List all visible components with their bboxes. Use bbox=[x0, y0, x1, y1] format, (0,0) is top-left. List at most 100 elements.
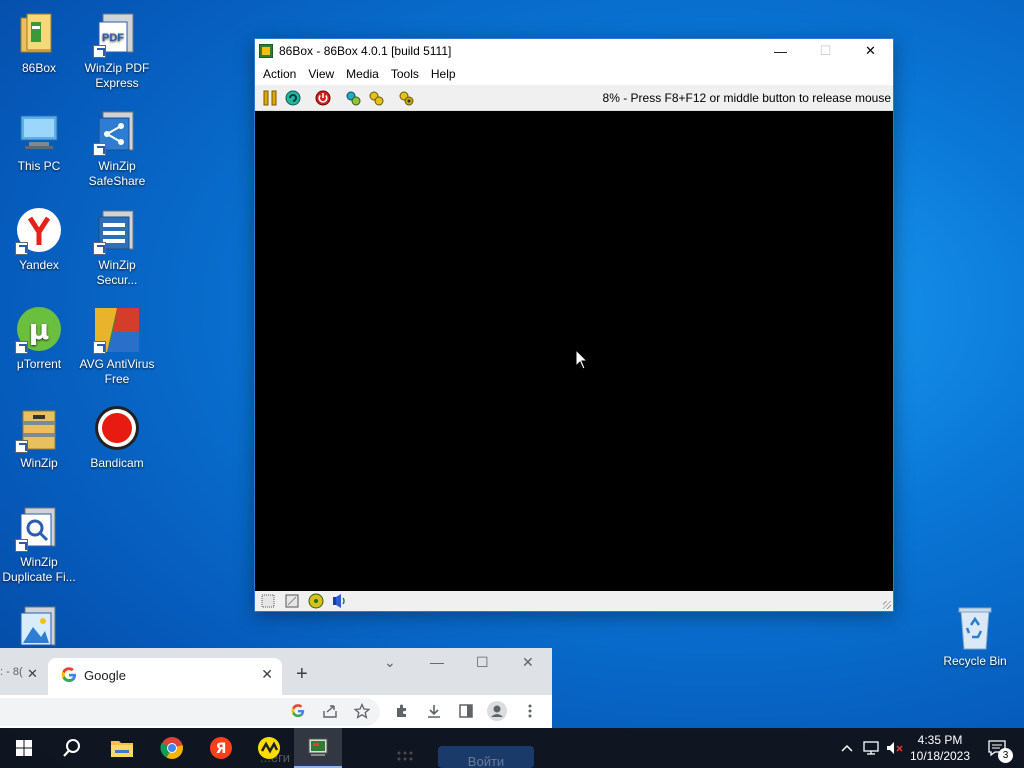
tab-google[interactable]: Google ✕ bbox=[48, 658, 282, 695]
settings-icon[interactable] bbox=[342, 87, 364, 109]
tab-search-dropdown-icon[interactable]: ⌄ bbox=[384, 654, 396, 671]
window-title: 86Box - 86Box 4.0.1 [build 5111] bbox=[279, 44, 452, 58]
desktop-icon-utorrent[interactable]: µ μTorrent bbox=[0, 306, 78, 372]
reset-icon[interactable] bbox=[282, 87, 304, 109]
close-tab-icon[interactable]: ✕ bbox=[27, 666, 38, 682]
side-panel-icon[interactable] bbox=[456, 701, 476, 721]
winzip-icon bbox=[15, 405, 63, 453]
yandex-browser-icon[interactable]: Я bbox=[197, 728, 245, 768]
apps-grid-icon bbox=[396, 750, 414, 768]
desktop-icon-yandex[interactable]: Yandex bbox=[0, 207, 78, 273]
bookmark-star-icon[interactable] bbox=[352, 701, 372, 721]
mouse-cursor-icon bbox=[575, 349, 589, 370]
86box-icon[interactable] bbox=[294, 728, 342, 768]
file-explorer-icon[interactable] bbox=[98, 728, 146, 768]
avg-icon bbox=[93, 306, 141, 354]
utorrent-icon: µ bbox=[15, 306, 63, 354]
sound-icon[interactable] bbox=[329, 592, 351, 610]
download-icon[interactable] bbox=[424, 701, 444, 721]
svg-text:PDF: PDF bbox=[102, 32, 124, 44]
floppy-drive-icon[interactable] bbox=[257, 592, 279, 610]
clock-date: 10/18/2023 bbox=[909, 749, 971, 763]
image-file-icon bbox=[15, 603, 63, 651]
close-button[interactable]: ✕ bbox=[522, 654, 534, 671]
clock-time: 4:35 PM bbox=[917, 733, 963, 747]
menu-media[interactable]: Media bbox=[340, 67, 385, 81]
desktop-icon-label: 86Box bbox=[21, 61, 57, 75]
menu-action[interactable]: Action bbox=[257, 67, 302, 81]
menu-help[interactable]: Help bbox=[425, 67, 462, 81]
desktop-icon-avg-antivirus[interactable]: AVG AntiVirus Free bbox=[78, 306, 156, 387]
desktop-icon-label: AVG AntiVirus Free bbox=[79, 357, 155, 386]
cdrom-icon[interactable] bbox=[305, 592, 327, 610]
emulator-screen[interactable] bbox=[255, 111, 893, 591]
desktop-icon-label: This PC bbox=[17, 159, 61, 173]
desktop-icon-label: μTorrent bbox=[16, 357, 62, 371]
close-tab-icon[interactable]: ✕ bbox=[261, 666, 273, 683]
share-icon[interactable] bbox=[320, 701, 340, 721]
network-icon[interactable] bbox=[860, 728, 882, 768]
desktop-icon-label: WinZip PDF Express bbox=[84, 61, 150, 90]
screenshot-icon[interactable] bbox=[395, 87, 417, 109]
login-button: Войти bbox=[438, 746, 534, 768]
desktop-icon-winzip[interactable]: WinZip bbox=[0, 405, 78, 471]
desktop-icon-winzip-secure[interactable]: WinZip Secur... bbox=[78, 207, 156, 288]
maximize-button[interactable]: ☐ bbox=[476, 654, 489, 671]
start-icon[interactable] bbox=[0, 728, 48, 768]
extensions-icon[interactable] bbox=[392, 701, 412, 721]
browser-window[interactable]: : - 8( ✕ Google ✕ + ⌄ — ☐ ✕ bbox=[0, 648, 552, 728]
menu-view[interactable]: View bbox=[302, 67, 340, 81]
desktop-icon-label: Yandex bbox=[19, 258, 59, 272]
notifications-count-badge: 3 bbox=[998, 748, 1013, 763]
emulator-window[interactable]: 86Box - 86Box 4.0.1 [build 5111] — ☐ ✕ A… bbox=[254, 38, 894, 612]
minimize-button[interactable]: — bbox=[758, 39, 803, 63]
notifications-icon[interactable]: 3 bbox=[982, 728, 1013, 768]
google-favicon-icon bbox=[61, 667, 76, 682]
mouse-capture-status: 8% - Press F8+F12 or middle button to re… bbox=[602, 91, 891, 105]
bandicam-icon bbox=[93, 405, 141, 453]
desktop-icon-label: WinZip Duplicate Fi... bbox=[2, 555, 76, 584]
menu-bar: Action View Media Tools Help bbox=[255, 63, 893, 85]
yandex-icon bbox=[15, 207, 63, 255]
hard-reset-icon[interactable] bbox=[365, 87, 387, 109]
google-lens-icon[interactable] bbox=[288, 701, 308, 721]
chrome-icon[interactable] bbox=[148, 728, 196, 768]
minimize-button[interactable]: — bbox=[430, 654, 444, 670]
desktop-icon-this-pc[interactable]: This PC bbox=[0, 108, 78, 174]
toloka-icon[interactable] bbox=[245, 728, 293, 768]
svg-text:µ: µ bbox=[29, 313, 50, 346]
search-icon[interactable] bbox=[48, 728, 96, 768]
tab-strip: : - 8( ✕ Google ✕ + ⌄ — ☐ ✕ bbox=[0, 648, 552, 695]
resize-grip[interactable] bbox=[883, 601, 891, 609]
show-hidden-icons-chevron-icon[interactable] bbox=[838, 728, 856, 768]
winzip-duplicate-icon bbox=[15, 504, 63, 552]
desktop-icon-winzip-safeshare[interactable]: WinZip SafeShare bbox=[78, 108, 156, 189]
desktop-icon-winzip-duplicate[interactable]: WinZip Duplicate Fi... bbox=[0, 504, 78, 585]
new-tab-button[interactable]: + bbox=[296, 663, 308, 686]
power-icon[interactable] bbox=[312, 87, 334, 109]
desktop-icon-bandicam[interactable]: Bandicam bbox=[78, 405, 156, 471]
desktop-icon-recycle-bin[interactable]: Recycle Bin bbox=[936, 603, 1014, 669]
previous-tab[interactable]: : - 8( ✕ bbox=[0, 658, 40, 686]
menu-icon[interactable] bbox=[520, 701, 540, 721]
desktop-icon-image-app[interactable] bbox=[0, 603, 78, 654]
folder-icon bbox=[15, 10, 63, 58]
close-button[interactable]: ✕ bbox=[848, 39, 893, 63]
tab-title: Google bbox=[84, 668, 126, 683]
status-bar bbox=[255, 591, 893, 611]
winzip-pdf-icon: PDF bbox=[93, 10, 141, 58]
winzip-safeshare-icon bbox=[93, 108, 141, 156]
clock[interactable]: 4:35 PM 10/18/2023 bbox=[902, 732, 978, 764]
floppy-drive-2-icon[interactable] bbox=[281, 592, 303, 610]
title-bar[interactable]: 86Box - 86Box 4.0.1 [build 5111] — ☐ ✕ bbox=[255, 39, 893, 63]
profile-icon[interactable] bbox=[487, 701, 507, 721]
desktop-icon-label: Recycle Bin bbox=[943, 654, 1007, 668]
recycle-bin-icon bbox=[951, 603, 999, 651]
pause-icon[interactable] bbox=[259, 87, 281, 109]
maximize-button: ☐ bbox=[819, 43, 832, 58]
desktop-icon-winzip-pdf-express[interactable]: PDF WinZip PDF Express bbox=[78, 10, 156, 91]
browser-toolbar bbox=[0, 695, 552, 728]
desktop-icon-86box[interactable]: 86Box bbox=[0, 10, 78, 76]
winzip-secure-icon bbox=[93, 207, 141, 255]
menu-tools[interactable]: Tools bbox=[385, 67, 425, 81]
